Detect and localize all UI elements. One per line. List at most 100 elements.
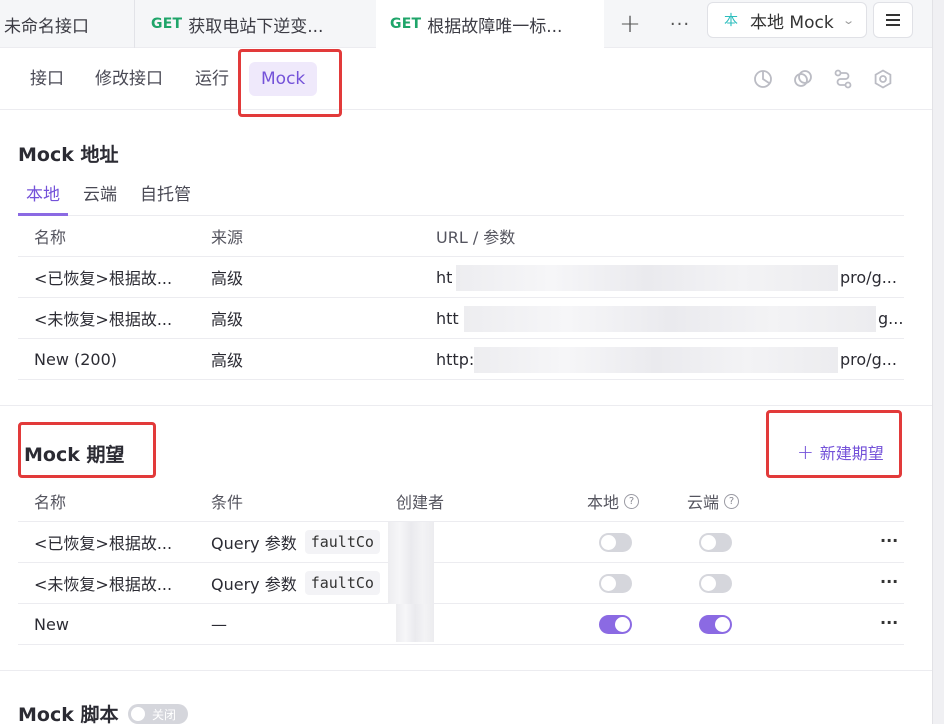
table-row[interactable]: New — ··· — [18, 604, 904, 645]
redacted-url — [456, 265, 838, 291]
col-condition: 条件 — [211, 493, 244, 512]
help-icon[interactable]: ? — [624, 493, 640, 509]
toggle-knob — [601, 576, 616, 591]
toggle-knob — [615, 617, 630, 632]
chart-icon[interactable] — [752, 68, 774, 90]
tab-untitled[interactable]: 未命名接口 — [0, 0, 130, 48]
copy-icon[interactable] — [792, 68, 814, 90]
row-condition: Query 参数 faultCo — [211, 563, 381, 603]
method-badge: GET — [390, 16, 422, 32]
mock-address-tabs: 本地 云端 自托管 — [18, 170, 904, 216]
table-row[interactable]: New (200) 高级 http: pro/g... — [18, 339, 904, 380]
row-more-icon[interactable]: ··· — [880, 613, 898, 632]
section-divider — [0, 670, 932, 671]
mock-address-title: Mock 地址 — [18, 144, 119, 166]
environment-icon: 本 — [724, 13, 738, 29]
redacted-creator — [388, 563, 434, 604]
row-url-start[interactable]: http: — [436, 339, 474, 379]
environment-label: 本地 Mock — [750, 12, 834, 33]
toggle-knob — [715, 617, 730, 632]
toggle-knob — [701, 535, 716, 550]
highlight-box-new-expectation — [766, 410, 902, 478]
tab-cloud[interactable]: 云端 — [83, 180, 117, 205]
tab-local[interactable]: 本地 — [26, 180, 60, 205]
row-source: 高级 — [211, 351, 244, 370]
menu-button[interactable] — [873, 2, 913, 38]
toggle-knob — [131, 707, 145, 721]
chevron-down-icon: ⌄ — [841, 13, 855, 27]
highlight-box-expectation — [18, 422, 156, 478]
row-more-icon[interactable]: ··· — [880, 572, 898, 591]
switch-label: 关闭 — [152, 707, 177, 722]
right-edge-panel — [932, 0, 944, 724]
highlight-box-mock-tab — [238, 49, 342, 117]
row-name: <未恢复>根据故... — [34, 575, 173, 594]
table-header: 名称 条件 创建者 本地? 云端? — [18, 481, 904, 522]
settings-icon[interactable] — [872, 68, 894, 90]
table-header: 名称 来源 URL / 参数 — [18, 216, 904, 257]
col-local: 本地? — [587, 481, 640, 521]
row-name: New (200) — [34, 349, 118, 369]
row-name: <未恢复>根据故... — [34, 310, 173, 329]
help-icon[interactable]: ? — [724, 493, 740, 509]
subtab-edit-api[interactable]: 修改接口 — [95, 62, 163, 96]
subtab-api[interactable]: 接口 — [30, 62, 64, 96]
tab-self-hosted[interactable]: 自托管 — [140, 180, 191, 205]
table-row[interactable]: <已恢复>根据故... Query 参数 faultCo ··· — [18, 522, 904, 563]
row-url-start[interactable]: ht — [436, 257, 452, 297]
col-local-label: 本地 — [587, 493, 620, 512]
row-url-end[interactable]: pro/g... — [840, 339, 897, 379]
more-tabs-icon[interactable]: ··· — [666, 0, 694, 48]
toggle-knob — [601, 535, 616, 550]
col-name: 名称 — [34, 493, 67, 512]
mock-script-switch[interactable]: 关闭 — [128, 704, 188, 724]
local-toggle[interactable] — [599, 574, 632, 593]
condition-param: faultCo — [304, 530, 380, 554]
tab-label: 根据故障唯一标... — [427, 16, 563, 37]
hamburger-icon — [886, 19, 900, 21]
col-name: 名称 — [34, 228, 67, 247]
local-toggle[interactable] — [599, 533, 632, 552]
tab-label: 未命名接口 — [4, 16, 89, 37]
subtab-run[interactable]: 运行 — [195, 62, 229, 96]
tab-label: 获取电站下逆变... — [188, 16, 324, 37]
flow-icon[interactable] — [832, 68, 854, 90]
col-source: 来源 — [211, 228, 244, 247]
col-cloud-label: 云端 — [687, 493, 720, 512]
add-tab-icon[interactable]: + — [616, 0, 644, 48]
row-url-start[interactable]: htt — [436, 298, 459, 338]
condition-label: Query 参数 — [211, 534, 297, 553]
row-condition: — — [211, 614, 227, 634]
request-tab-bar: 未命名接口 GET 获取电站下逆变... GET 根据故障唯一标... + ··· … — [0, 0, 944, 48]
row-url-end[interactable]: pro/g... — [840, 257, 897, 297]
tab-get-inverter[interactable]: GET 获取电站下逆变... — [134, 0, 372, 48]
row-source: 高级 — [211, 269, 244, 288]
redacted-url — [464, 306, 876, 332]
row-source: 高级 — [211, 310, 244, 329]
redacted-creator — [388, 522, 434, 563]
cloud-toggle[interactable] — [699, 574, 732, 593]
col-url: URL / 参数 — [436, 228, 516, 247]
row-name: <已恢复>根据故... — [34, 534, 173, 553]
row-name: New — [34, 614, 69, 634]
cloud-toggle[interactable] — [699, 533, 732, 552]
environment-select[interactable]: 本 本地 Mock ⌄ — [707, 2, 867, 38]
condition-param: faultCo — [304, 571, 380, 595]
row-url-end[interactable]: g... — [878, 298, 903, 338]
local-toggle[interactable] — [599, 615, 632, 634]
col-cloud: 云端? — [687, 481, 740, 521]
row-more-icon[interactable]: ··· — [880, 531, 898, 550]
tab-get-fault[interactable]: GET 根据故障唯一标... — [376, 0, 604, 48]
section-divider — [0, 405, 932, 406]
cloud-toggle[interactable] — [699, 615, 732, 634]
method-badge: GET — [151, 16, 183, 32]
toggle-knob — [701, 576, 716, 591]
condition-label: Query 参数 — [211, 575, 297, 594]
table-row[interactable]: <未恢复>根据故... 高级 htt g... — [18, 298, 904, 339]
table-row[interactable]: <未恢复>根据故... Query 参数 faultCo ··· — [18, 563, 904, 604]
row-condition: Query 参数 faultCo — [211, 522, 381, 562]
table-row[interactable]: <已恢复>根据故... 高级 ht pro/g... — [18, 257, 904, 298]
redacted-url — [474, 347, 838, 373]
redacted-creator — [396, 604, 434, 642]
sub-navigation: 接口 修改接口 运行 Mock — [0, 48, 932, 110]
